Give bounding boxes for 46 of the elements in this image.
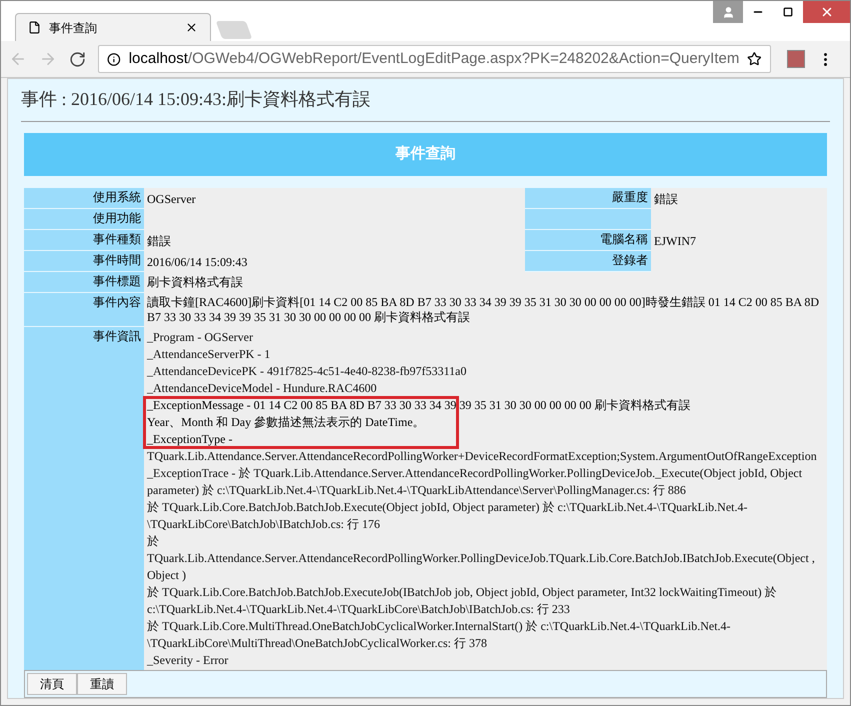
section-header: 事件查詢: [24, 133, 827, 176]
field-label: 使用系統: [24, 188, 144, 209]
info-line: Year、Month 和 Day 參數描述無法表示的 DateTime。: [147, 414, 426, 431]
info-line: _ExceptionMessage - 01 14 C2 00 85 BA 8D B7 33 30 33 34 39 39 35 31 30 30 00 00 00 00 刷卡資料格式有誤: [147, 397, 692, 414]
field-value: OGServer: [146, 190, 197, 208]
info-line: 於 TQuark.Lib.Core.BatchJob.BatchJob.Execute(Object jobId, Object parameter) 於 c:\TQuarkLib.Net.4-\TQuarkLib.Net.4-\TQuarkLibCore\BatchJob\IBatchJob.cs: 行 176: [147, 499, 748, 533]
field-label: 事件資訊: [24, 327, 144, 670]
info-line: _AttendanceDeviceModel - Hundure.RAC4600: [147, 380, 378, 397]
field-label: 使用功能: [24, 209, 144, 230]
page-icon: [28, 21, 41, 34]
address-bar[interactable]: localhost/OGWeb4/OGWebReport/EventLogEditPage.aspx?PK=248202&Action=QueryItem: [98, 45, 771, 74]
field-value: 錯誤: [653, 190, 679, 208]
info-line: _AttendanceServerPK - 1: [147, 346, 272, 363]
info-line: _ExceptionType -: [147, 431, 234, 448]
field-label: 事件標題: [24, 272, 144, 293]
field-label: 事件時間: [24, 251, 144, 272]
info-line: 於 TQuark.Lib.Core.BatchJob.BatchJob.ExecuteJob(IBatchJob job, Object jobId, Object parameter, Int32 lockWaitingTimeout) 於 c:\TQuarkLib.Net.4-\TQuarkLib.Net.4-\TQuarkLibCore\BatchJob\IBatchJob.cs: 行 233: [147, 584, 778, 618]
info-line: _Program - OGServer: [147, 329, 254, 346]
field-label: 登錄者: [525, 251, 651, 272]
field-value: 2016/06/14 15:09:43: [146, 254, 248, 270]
action-button[interactable]: 重讀: [77, 673, 127, 695]
info-line: _ExceptionTrace - 於 TQuark.Lib.Attendance.Server.AttendanceRecordPollingWorker.PollingDeviceJob._Execute(Object jobId, Object parameter) 於 c:\TQuarkLib.Net.4-\TQuarkLib.Net.4-\TQuarkLibAttendance\Server\PollingManager.cs: 行 886: [147, 465, 804, 499]
browser-tab[interactable]: 事件查詢: [15, 13, 211, 42]
field-value: 讀取卡鐘[RAC4600]刷卡資料[01 14 C2 00 85 BA 8D B7 33 30 33 34 39 39 35 31 30 30 00 00 00 00]時發生錯誤 01 14 C2 00 85 BA 8D B7 33 30 33 34 39 39 35 31 30 30 00 00 00 00 刷卡資料格式有誤: [146, 294, 820, 326]
user-icon[interactable]: [713, 1, 743, 23]
field-label: 事件種類: [24, 230, 144, 251]
field-label: 事件內容: [24, 293, 144, 327]
close-icon[interactable]: [803, 1, 850, 23]
close-tab-icon[interactable]: [185, 21, 198, 34]
field-value: EJWIN7: [653, 232, 697, 250]
reload-icon[interactable]: [69, 50, 86, 68]
page-title: 事件 : 2016/06/14 15:09:43:刷卡資料格式有誤: [21, 88, 372, 111]
star-icon[interactable]: [747, 51, 762, 68]
field-label: 嚴重度: [525, 188, 651, 209]
info-line: TQuark.Lib.Attendance.Server.AttendanceRecordPollingWorker.PollingDeviceJob.TQuark.Lib.Core.BatchJob.IBatchJob.Execute(Object , Object ): [147, 550, 816, 584]
action-button[interactable]: 清頁: [27, 673, 77, 695]
info-line: 於 TQuark.Lib.Core.MultiThread.OneBatchJobCyclicalWorker.InternalStart() 於 c:\TQuarkLib.Net.4-\TQuarkLib.Net.4-\TQuarkLibCore\MultiThread\OneBatchJobCyclicalWorker.cs: 行 378: [147, 618, 732, 652]
info-line: _AttendanceDevicePK - 491f7825-4c51-4e40-8238-fb97f53311a0: [147, 363, 468, 380]
info-line: TQuark.Lib.Attendance.Server.AttendanceRecordPollingWorker+DeviceRecordFormatException;System.ArgumentOutOfRangeException: [147, 448, 818, 465]
pdf-extension-icon[interactable]: [787, 50, 805, 68]
info-icon[interactable]: [107, 52, 121, 67]
field-value: 錯誤: [146, 232, 172, 250]
info-line: _Severity - Error: [147, 652, 230, 669]
info-line: 於: [147, 533, 160, 550]
field-value: 刷卡資料格式有誤: [146, 274, 244, 291]
field-label: 電腦名稱: [525, 230, 651, 251]
